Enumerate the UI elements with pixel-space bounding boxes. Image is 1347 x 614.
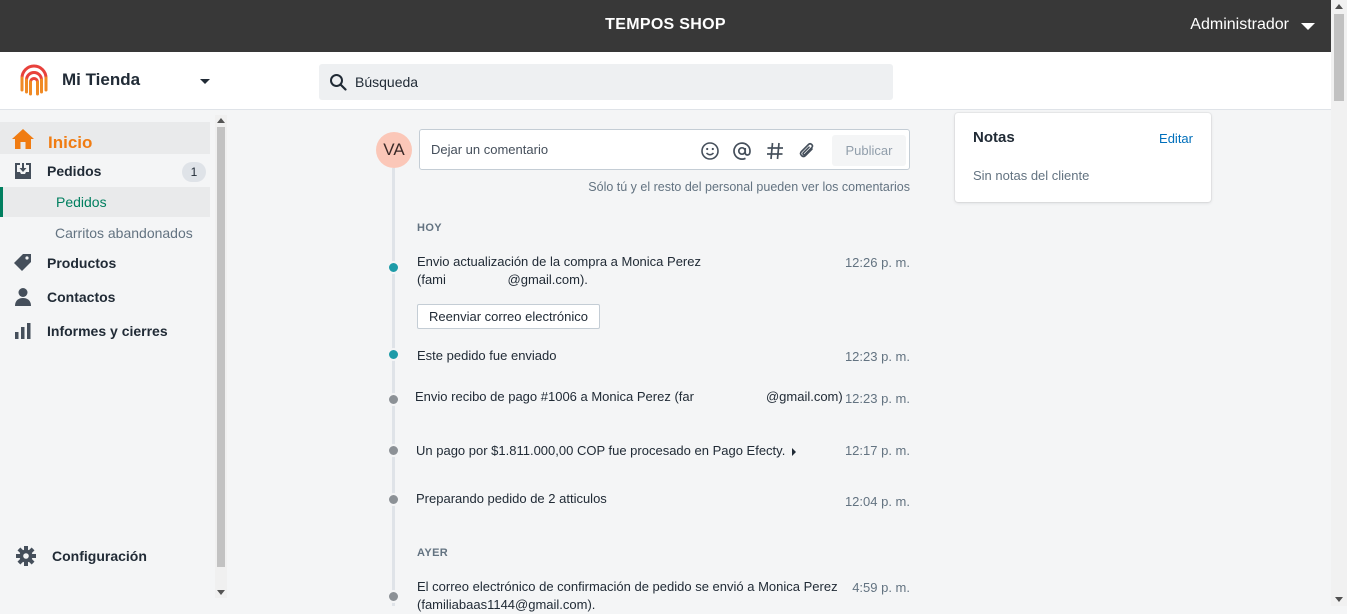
notes-title: Notas [973, 129, 1015, 146]
home-icon [10, 126, 36, 152]
event-time: 12:04 p. m. [844, 494, 910, 509]
orders-count-badge: 1 [182, 162, 206, 182]
sidebar-item-inicio[interactable]: Inicio [0, 122, 210, 154]
sidebar-item-configuracion[interactable]: Configuración [0, 538, 210, 574]
timeline-day-label: HOY [417, 222, 443, 234]
sidebar-subitem-pedidos[interactable]: Pedidos [0, 187, 210, 217]
timeline-dot [387, 590, 400, 603]
store-name: Mi Tienda [62, 70, 141, 89]
event-text: Un pago por $1.811.000,00 COP fue proces… [416, 443, 786, 458]
sidebar-scrollbar[interactable] [215, 115, 227, 598]
user-menu[interactable]: Administrador [1190, 16, 1315, 34]
page-scrollbar[interactable] [1331, 0, 1347, 606]
sidebar-subitem-carritos-abandonados[interactable]: Carritos abandonados [0, 218, 210, 248]
event-text: Este pedido fue enviado [417, 348, 557, 363]
user-name: Administrador [1190, 16, 1289, 33]
emoji-icon[interactable] [700, 141, 720, 161]
sidebar-item-label: Pedidos [47, 163, 102, 179]
event-text-line2: (fami @gmail.com). [417, 272, 588, 287]
event-time: 12:23 p. m. [844, 349, 910, 364]
sidebar-item-label: Configuración [52, 548, 147, 564]
attachment-icon[interactable] [797, 141, 817, 161]
timeline-line [392, 168, 395, 606]
sidebar-item-label: Contactos [47, 289, 116, 305]
hashtag-icon[interactable] [765, 141, 785, 161]
chevron-down-icon [1301, 22, 1315, 30]
search-bar[interactable] [319, 64, 893, 100]
scroll-down-icon[interactable] [1335, 597, 1343, 602]
scroll-up-icon[interactable] [1335, 4, 1343, 9]
chevron-down-icon [200, 79, 210, 84]
store-switcher[interactable]: Mi Tienda [18, 64, 210, 96]
timeline-dot [387, 348, 400, 361]
notes-empty-text: Sin notas del cliente [973, 168, 1090, 183]
event-time: 4:59 p. m. [852, 580, 910, 595]
event-time: 12:26 p. m. [844, 255, 910, 270]
event-time: 12:17 p. m. [844, 443, 910, 458]
scroll-down-icon[interactable] [217, 590, 225, 595]
timeline-dot [387, 444, 400, 457]
top-bar: TEMPOS SHOP Administrador [0, 0, 1331, 52]
timeline-event: Envio actualización de la compra a Monic… [417, 253, 701, 289]
tag-icon [12, 252, 34, 274]
event-text: @gmail.com) [765, 389, 843, 404]
comment-box: Publicar [419, 129, 910, 170]
event-text: Envio actualización de la compra a Monic… [417, 254, 701, 269]
sidebar-item-label: Productos [47, 255, 117, 271]
sidebar-item-pedidos[interactable]: Pedidos [0, 158, 210, 186]
event-text: Envio recibo de pago #1006 a Monica Pere… [415, 389, 694, 404]
inbox-download-icon [12, 160, 34, 182]
sidebar-item-productos[interactable]: Productos [0, 250, 210, 276]
search-input[interactable] [355, 74, 855, 90]
store-logo-icon [20, 64, 48, 96]
sidebar-item-label: Inicio [48, 133, 93, 152]
event-text-line2: (familiabaas1144@gmail.com). [417, 597, 596, 612]
bar-chart-icon [12, 320, 34, 342]
scroll-up-icon[interactable] [217, 118, 225, 123]
sidebar-subitem-label: Pedidos [56, 194, 107, 210]
event-text: El correo electrónico de confirmación de… [417, 579, 838, 594]
scrollbar-thumb[interactable] [1334, 14, 1344, 101]
caret-right-icon[interactable] [792, 447, 797, 456]
timeline-dot [387, 393, 400, 406]
mention-icon[interactable] [732, 141, 752, 161]
timeline-dot [387, 261, 400, 274]
comment-input[interactable] [431, 142, 691, 160]
timeline-event: Envio recibo de pago #1006 a Monica Pere… [415, 388, 843, 406]
sidebar-item-label: Informes y cierres [47, 323, 168, 339]
event-time: 12:23 p. m. [844, 391, 910, 406]
search-icon [330, 74, 347, 91]
event-text: Preparando pedido de 2 atticulos [416, 491, 607, 506]
resend-email-button[interactable]: Reenviar correo electrónico [417, 304, 600, 329]
scrollbar-thumb[interactable] [217, 127, 225, 567]
timeline-event: El correo electrónico de confirmación de… [417, 578, 838, 614]
gear-icon [15, 545, 37, 572]
publish-button[interactable]: Publicar [832, 135, 906, 166]
sidebar-item-contactos[interactable]: Contactos [0, 284, 210, 310]
person-icon [12, 286, 34, 308]
comment-visibility-hint: Sólo tú y el resto del personal pueden v… [588, 180, 910, 194]
sidebar-subitem-label: Carritos abandonados [55, 225, 193, 241]
avatar: VA [376, 132, 412, 168]
notes-card: Notas Editar Sin notas del cliente [955, 113, 1211, 202]
timeline-event[interactable]: Un pago por $1.811.000,00 COP fue proces… [416, 442, 797, 460]
brand-title: TEMPOS SHOP [605, 16, 726, 33]
sidebar-item-informes[interactable]: Informes y cierres [0, 318, 210, 344]
timeline-day-label: AYER [417, 547, 449, 559]
sidebar: Inicio Pedidos 1 Pedidos Carritos abando… [0, 110, 215, 606]
edit-notes-link[interactable]: Editar [1159, 131, 1193, 146]
timeline-dot [387, 493, 400, 506]
header: Mi Tienda [0, 52, 1331, 110]
